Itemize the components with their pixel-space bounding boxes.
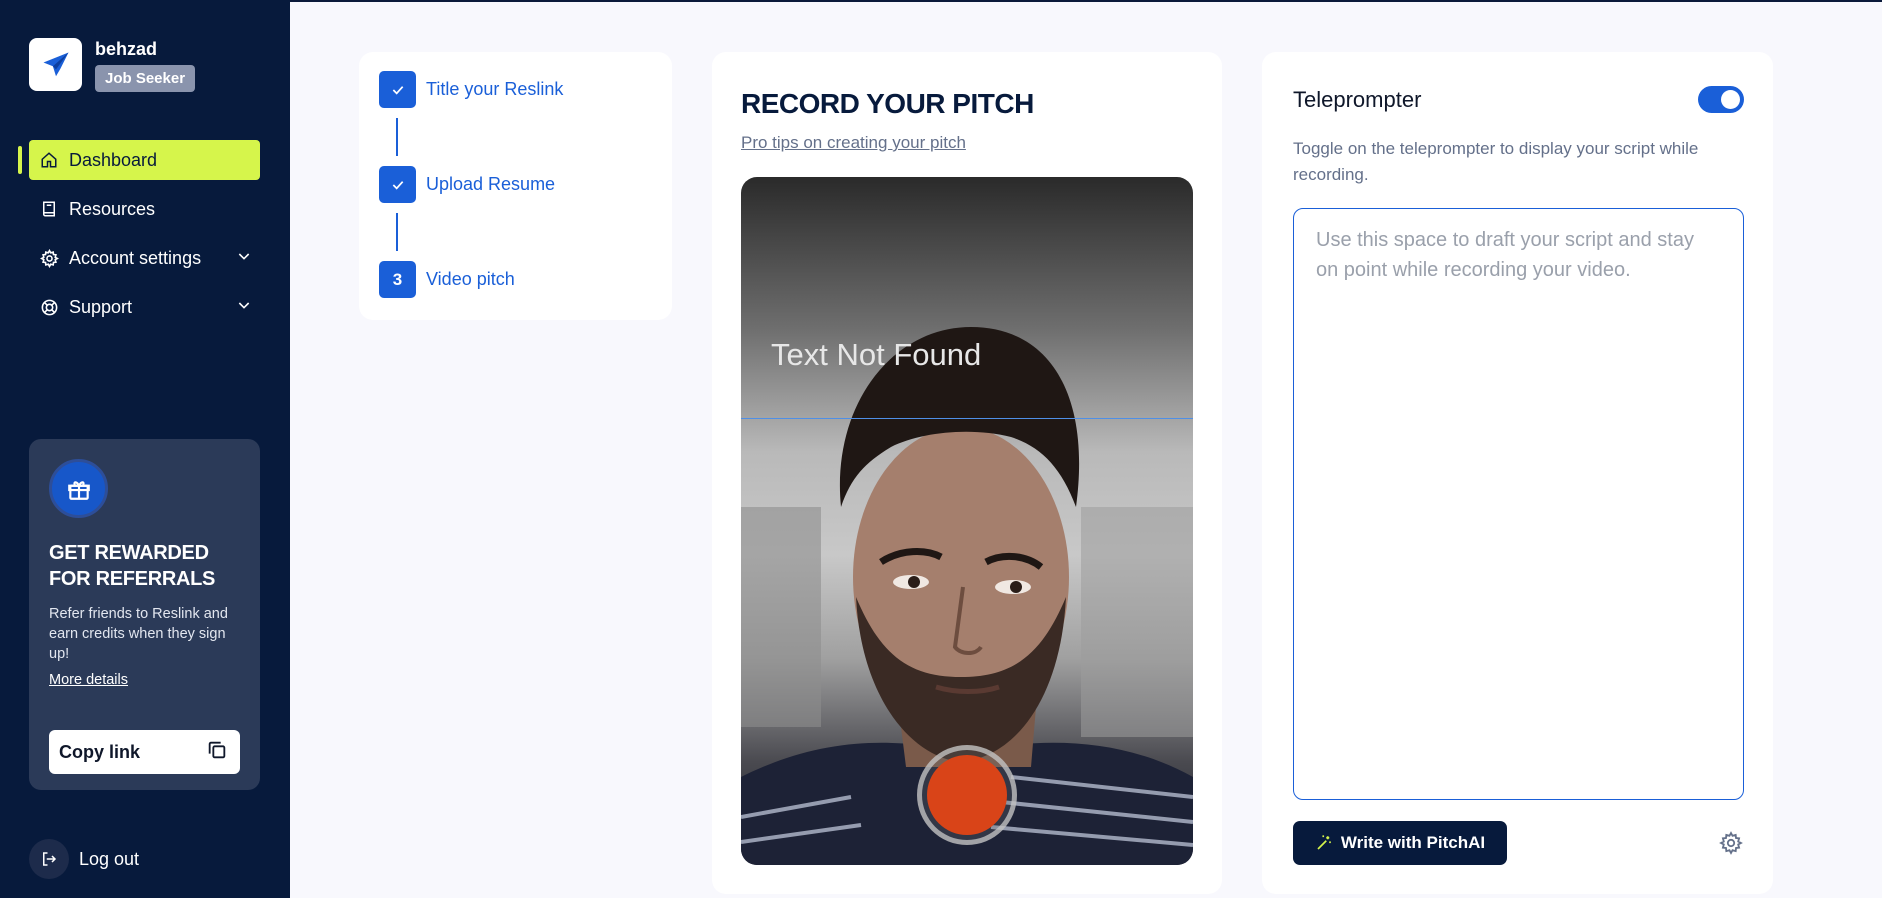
magic-wand-icon: [1315, 834, 1333, 852]
referral-card: GET REWARDED FOR REFERRALS Refer friends…: [29, 439, 260, 790]
step-connector: [396, 213, 398, 251]
step-connector: [396, 118, 398, 156]
record-title: RECORD YOUR PITCH: [741, 88, 1034, 119]
teleprompter-guide-line: [741, 418, 1193, 419]
logout-icon: [29, 839, 69, 879]
checkmark-icon: [379, 166, 416, 203]
logout-label: Log out: [79, 848, 140, 869]
teleprompter-title: Teleprompter: [1293, 87, 1422, 112]
checkmark-icon: [379, 71, 416, 108]
sidebar-nav: Dashboard Resources Account settings Sup…: [29, 140, 260, 336]
step-upload-resume[interactable]: Upload Resume: [379, 166, 555, 203]
gear-icon: [39, 248, 59, 268]
sidebar-item-label: Dashboard: [69, 149, 158, 170]
referral-title: GET REWARDED FOR REFERRALS: [49, 542, 216, 590]
chevron-down-icon[interactable]: [236, 297, 252, 318]
home-icon: [39, 150, 59, 170]
sidebar-item-label: Account settings: [69, 247, 202, 268]
sidebar-item-dashboard[interactable]: Dashboard: [29, 140, 260, 180]
active-nav-marker: [18, 146, 22, 174]
more-details-link[interactable]: More details: [49, 672, 240, 688]
paper-plane-logo-icon: [29, 38, 82, 91]
script-textarea[interactable]: [1293, 208, 1744, 800]
sidebar: behzad Job Seeker Dashboard Resources Ac…: [0, 0, 290, 898]
chevron-down-icon[interactable]: [236, 248, 252, 269]
step-video-pitch[interactable]: 3 Video pitch: [379, 261, 515, 298]
sidebar-item-resources[interactable]: Resources: [29, 189, 260, 229]
settings-gear-icon[interactable]: [1718, 830, 1744, 856]
toggle-knob: [1721, 90, 1740, 109]
sidebar-item-label: Support: [69, 296, 133, 317]
copy-icon: [206, 739, 228, 766]
copy-link-button[interactable]: Copy link: [49, 730, 240, 774]
pro-tips-link[interactable]: Pro tips on creating your pitch: [741, 133, 966, 153]
step-title-your-reslink[interactable]: Title your Reslink: [379, 71, 563, 108]
progress-steps-card: Title your Reslink Upload Resume 3 Video…: [359, 52, 672, 320]
lifebuoy-icon: [39, 297, 59, 317]
write-with-pitchai-label: Write with PitchAI: [1340, 833, 1486, 852]
step-label: Video pitch: [426, 269, 515, 289]
copy-link-label: Copy link: [59, 741, 141, 762]
role-badge: Job Seeker: [95, 65, 196, 92]
record-dot-icon: [927, 755, 1007, 835]
book-icon: [39, 199, 59, 219]
camera-preview: Text Not Found: [741, 177, 1193, 865]
sidebar-item-support[interactable]: Support: [29, 287, 260, 327]
sidebar-item-label: Resources: [69, 198, 156, 219]
teleprompter-card: Teleprompter Toggle on the teleprompter …: [1262, 52, 1773, 894]
teleprompter-overlay-text: Text Not Found: [771, 337, 982, 372]
record-button[interactable]: [917, 745, 1017, 845]
gift-icon: [49, 459, 108, 518]
username: behzad: [95, 39, 158, 59]
step-number: 3: [379, 261, 416, 298]
write-with-pitchai-button[interactable]: Write with PitchAI: [1293, 821, 1507, 865]
step-label: Upload Resume: [426, 174, 556, 194]
referral-description: Refer friends to Reslink and earn credit…: [49, 606, 228, 662]
sidebar-item-account-settings[interactable]: Account settings: [29, 238, 260, 278]
teleprompter-toggle[interactable]: [1698, 86, 1744, 113]
step-label: Title your Reslink: [426, 79, 564, 99]
user-profile: behzad Job Seeker: [29, 38, 196, 92]
logout-button[interactable]: Log out: [29, 839, 139, 879]
record-pitch-card: RECORD YOUR PITCH Pro tips on creating y…: [712, 52, 1222, 894]
teleprompter-description: Toggle on the teleprompter to display yo…: [1293, 139, 1699, 184]
